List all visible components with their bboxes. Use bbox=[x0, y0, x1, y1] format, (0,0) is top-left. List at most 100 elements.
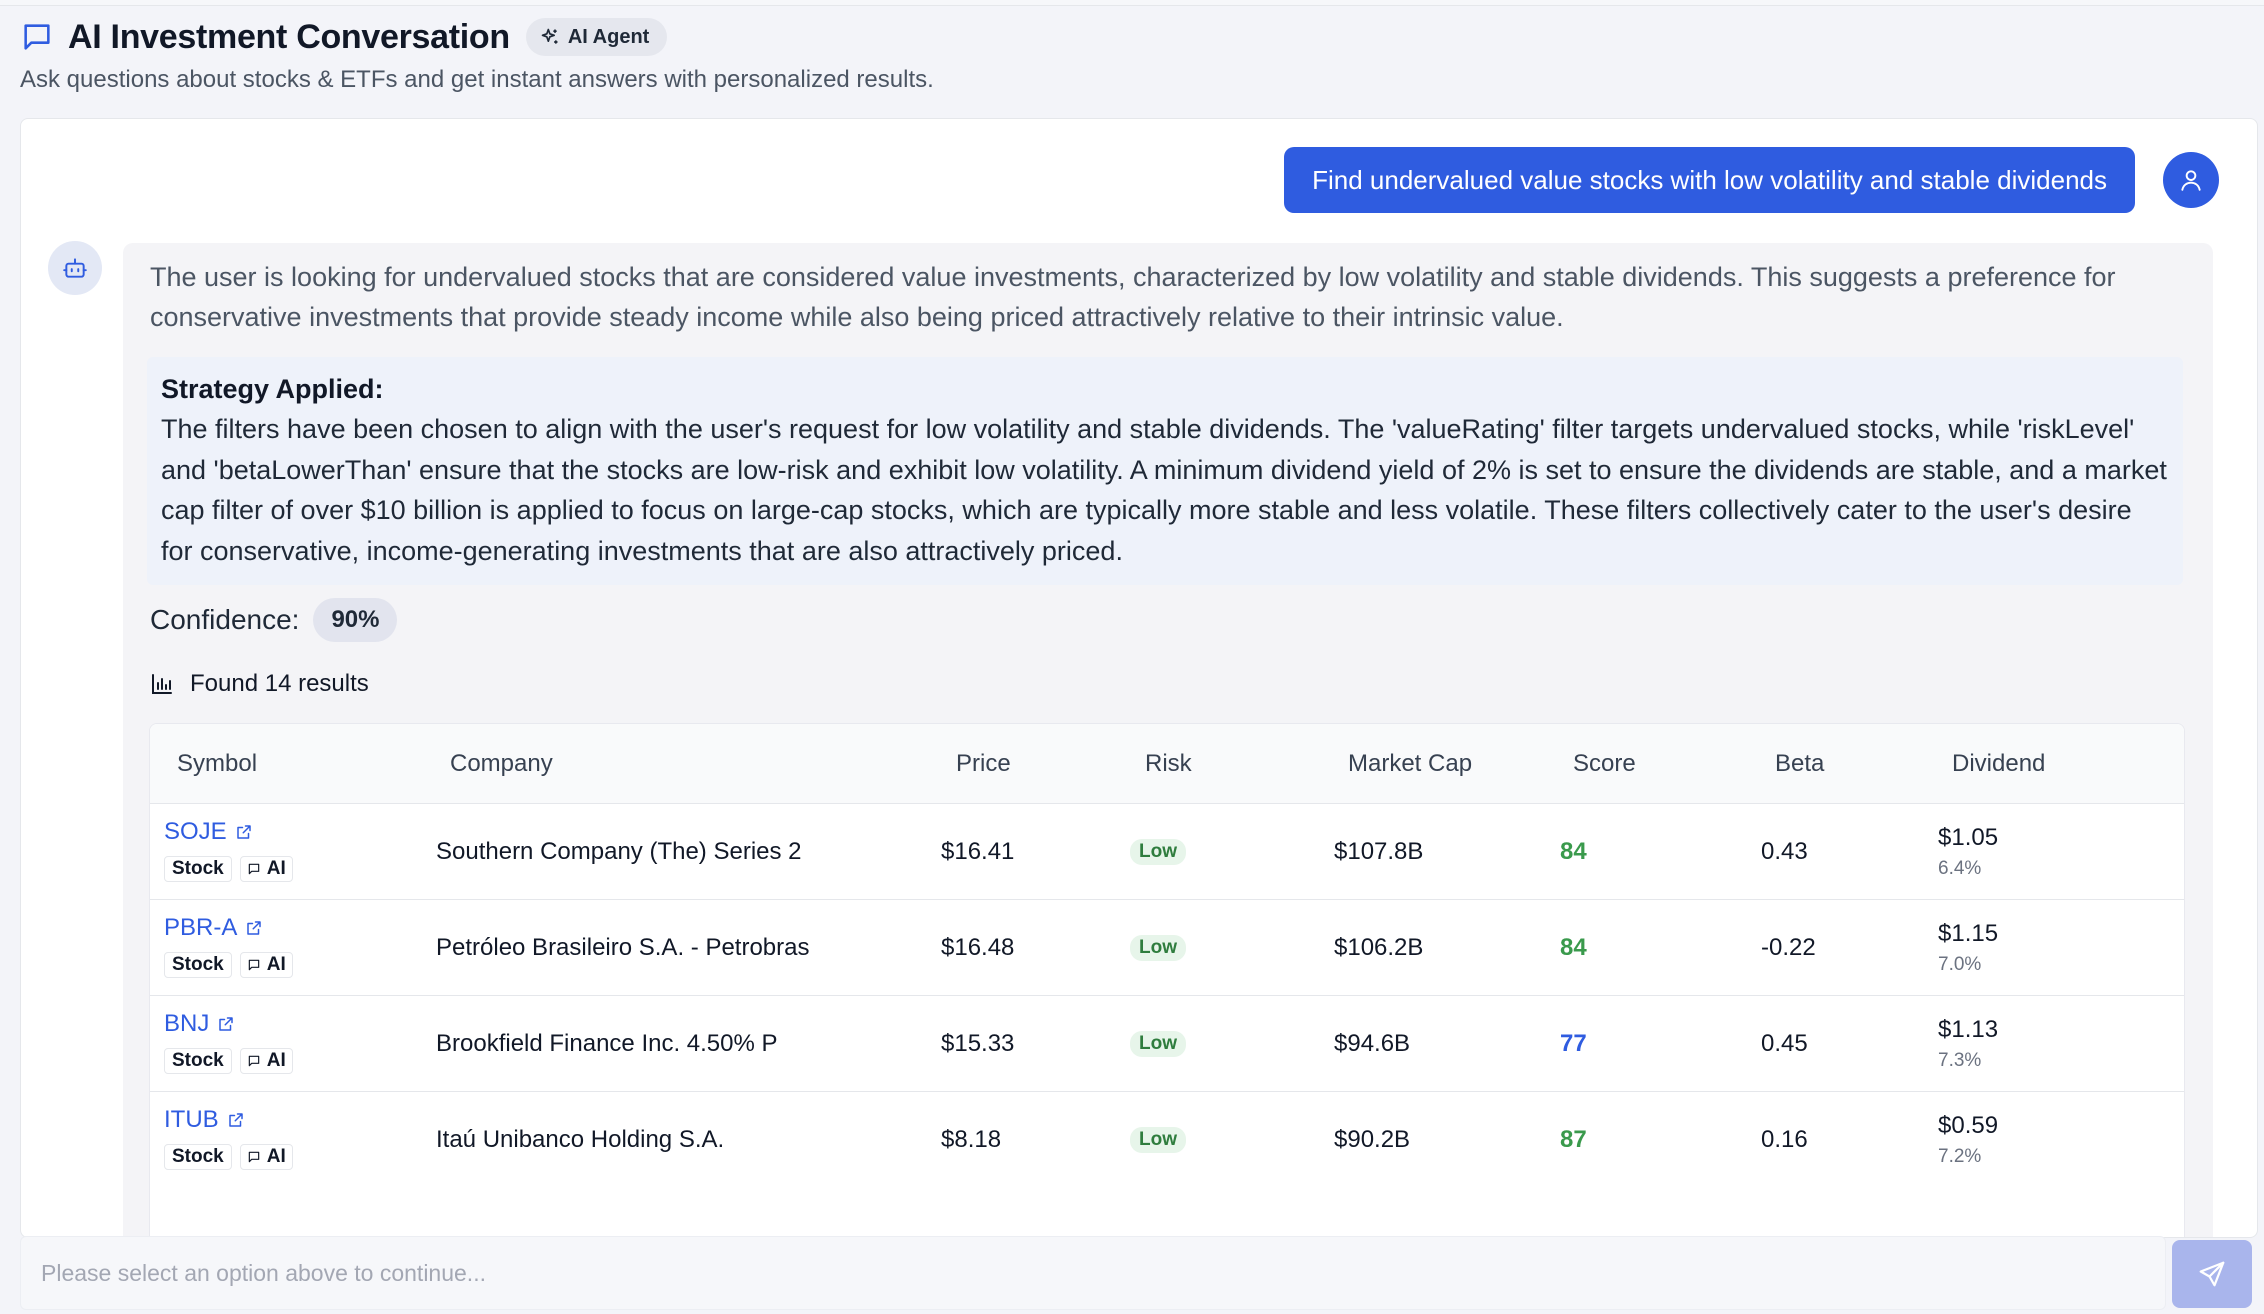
market-cap-cell: $94.6B bbox=[1334, 1030, 1411, 1057]
risk-cell: Low bbox=[1130, 804, 1186, 900]
beta-cell: -0.22 bbox=[1761, 934, 1816, 961]
score-cell: 84 bbox=[1560, 804, 1587, 900]
ai-chat-button[interactable]: AI bbox=[239, 952, 293, 978]
user-icon bbox=[2181, 170, 2201, 191]
confidence-badge: 90% bbox=[313, 598, 398, 642]
strategy-text: The filters have been chosen to align wi… bbox=[161, 414, 2167, 566]
bot-icon bbox=[63, 258, 87, 278]
strategy-box: Strategy Applied: The filters have been … bbox=[147, 357, 2183, 585]
company-cell: Southern Company (The) Series 2 bbox=[436, 838, 802, 865]
dividend-yield: 7.0% bbox=[1938, 954, 1982, 975]
ai-chat-label: AI bbox=[266, 954, 286, 975]
bot-response-card: The user is looking for undervalued stoc… bbox=[123, 243, 2213, 1237]
ai-agent-badge: AI Agent bbox=[525, 18, 668, 56]
symbol-link[interactable]: PBR-A bbox=[164, 914, 237, 942]
message-icon bbox=[248, 959, 259, 971]
dividend-yield: 7.2% bbox=[1938, 1146, 1982, 1167]
beta-cell: 0.45 bbox=[1761, 1030, 1808, 1057]
dividend-yield: 6.4% bbox=[1938, 858, 1982, 879]
conversation-panel: Find undervalued value stocks with low v… bbox=[20, 118, 2258, 1238]
table-row[interactable]: PBR-A Stock AI Petróleo Brasileiro S.A. … bbox=[150, 900, 2184, 996]
symbol-cell: SOJE Stock AI bbox=[164, 818, 293, 882]
risk-cell: Low bbox=[1130, 996, 1186, 1092]
risk-badge: Low bbox=[1130, 839, 1186, 865]
ai-chat-button[interactable]: AI bbox=[239, 1048, 293, 1074]
external-link-icon[interactable] bbox=[245, 919, 263, 937]
dividend-amount: $1.15 bbox=[1938, 920, 1999, 947]
symbol-cell: PBR-A Stock AI bbox=[164, 914, 293, 978]
score-value: 77 bbox=[1560, 1030, 1587, 1057]
table-row[interactable]: ITUB Stock AI Itaú Unibanco Holding S.A.… bbox=[150, 1092, 2184, 1188]
sparkles-icon bbox=[541, 28, 558, 44]
results-count: Found 14 results bbox=[190, 670, 369, 697]
ai-chat-button[interactable]: AI bbox=[239, 856, 293, 882]
type-tag: Stock bbox=[164, 1048, 232, 1074]
top-divider bbox=[0, 0, 2264, 6]
price-cell: $8.18 bbox=[941, 1126, 1002, 1153]
type-tag: Stock bbox=[164, 856, 232, 882]
user-message-bubble: Find undervalued value stocks with low v… bbox=[1284, 147, 2135, 213]
dividend-cell: $1.13 7.3% bbox=[1938, 1016, 1998, 1072]
dividend-cell: $1.05 6.4% bbox=[1938, 824, 1998, 880]
symbol-cell: BNJ Stock AI bbox=[164, 1010, 293, 1074]
column-header-price[interactable]: Price bbox=[956, 724, 1011, 804]
ai-chat-button[interactable]: AI bbox=[239, 1144, 293, 1170]
table-header: Symbol Company Price Risk Market Cap Sco… bbox=[150, 724, 2184, 804]
message-icon bbox=[248, 1151, 259, 1163]
symbol-cell: ITUB Stock AI bbox=[164, 1106, 293, 1170]
dividend-amount: $1.13 bbox=[1938, 1016, 1999, 1043]
message-icon bbox=[248, 863, 259, 875]
risk-badge: Low bbox=[1130, 1031, 1186, 1057]
beta-cell: 0.16 bbox=[1761, 1126, 1808, 1153]
column-header-beta[interactable]: Beta bbox=[1775, 724, 1824, 804]
ai-chat-label: AI bbox=[266, 858, 286, 879]
ai-chat-label: AI bbox=[266, 1146, 286, 1167]
chat-input[interactable]: Please select an option above to continu… bbox=[20, 1236, 2166, 1310]
market-cap-cell: $106.2B bbox=[1334, 934, 1424, 961]
page-title: AI Investment Conversation bbox=[68, 17, 510, 56]
table-row[interactable]: BNJ Stock AI Brookfield Finance Inc. 4.5… bbox=[150, 996, 2184, 1092]
confidence-row: Confidence: 90% bbox=[150, 598, 398, 642]
column-header-risk[interactable]: Risk bbox=[1145, 724, 1192, 804]
column-header-market-cap[interactable]: Market Cap bbox=[1348, 724, 1472, 804]
message-icon bbox=[248, 1055, 259, 1067]
external-link-icon[interactable] bbox=[227, 1111, 245, 1129]
dividend-cell: $0.59 7.2% bbox=[1938, 1112, 1998, 1168]
risk-cell: Low bbox=[1130, 1092, 1186, 1188]
results-count-row: Found 14 results bbox=[150, 670, 369, 698]
column-header-score[interactable]: Score bbox=[1573, 724, 1636, 804]
bot-avatar bbox=[48, 241, 102, 295]
score-value: 84 bbox=[1560, 838, 1587, 865]
risk-cell: Low bbox=[1130, 900, 1186, 996]
user-message-row: Find undervalued value stocks with low v… bbox=[1284, 147, 2219, 213]
external-link-icon[interactable] bbox=[217, 1015, 235, 1033]
symbol-link[interactable]: SOJE bbox=[164, 818, 227, 846]
column-header-dividend[interactable]: Dividend bbox=[1952, 724, 2045, 804]
page-subtitle: Ask questions about stocks & ETFs and ge… bbox=[20, 66, 934, 93]
symbol-link[interactable]: ITUB bbox=[164, 1106, 219, 1134]
send-button[interactable] bbox=[2172, 1240, 2252, 1308]
external-link-icon[interactable] bbox=[235, 823, 253, 841]
table-row[interactable]: SOJE Stock AI Southern Company (The) Ser… bbox=[150, 804, 2184, 900]
confidence-label: Confidence: bbox=[150, 604, 300, 635]
symbol-link[interactable]: BNJ bbox=[164, 1010, 209, 1038]
strategy-title: Strategy Applied: bbox=[161, 374, 384, 404]
user-avatar bbox=[2163, 152, 2219, 208]
score-cell: 87 bbox=[1560, 1092, 1587, 1188]
score-cell: 84 bbox=[1560, 900, 1587, 996]
company-cell: Petróleo Brasileiro S.A. - Petrobras bbox=[436, 934, 810, 961]
column-header-company[interactable]: Company bbox=[450, 724, 553, 804]
market-cap-cell: $90.2B bbox=[1334, 1126, 1411, 1153]
score-value: 84 bbox=[1560, 934, 1587, 961]
chat-input-placeholder: Please select an option above to continu… bbox=[41, 1259, 486, 1286]
score-cell: 77 bbox=[1560, 996, 1587, 1092]
dividend-yield: 7.3% bbox=[1938, 1050, 1982, 1071]
company-cell: Brookfield Finance Inc. 4.50% P bbox=[436, 1030, 778, 1057]
column-header-symbol[interactable]: Symbol bbox=[177, 724, 257, 804]
bar-chart-icon bbox=[152, 674, 172, 694]
price-cell: $15.33 bbox=[941, 1030, 1015, 1057]
results-table: Symbol Company Price Risk Market Cap Sco… bbox=[149, 723, 2185, 1237]
price-cell: $16.41 bbox=[941, 838, 1015, 865]
market-cap-cell: $107.8B bbox=[1334, 838, 1424, 865]
beta-cell: 0.43 bbox=[1761, 838, 1808, 865]
